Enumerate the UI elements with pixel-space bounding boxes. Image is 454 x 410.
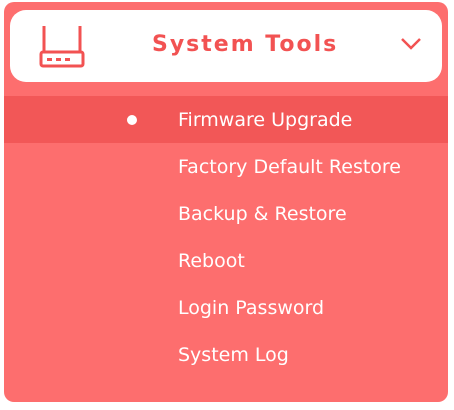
system-tools-header[interactable]: System Tools [10, 10, 442, 82]
menu-item-label: Backup & Restore [178, 202, 347, 225]
menu-item-factory-default-restore[interactable]: Factory Default Restore [4, 143, 448, 190]
menu-item-label: Firmware Upgrade [178, 108, 353, 131]
menu-item-label: System Log [178, 343, 289, 366]
menu-title: System Tools [152, 32, 339, 57]
menu-item-backup-restore[interactable]: Backup & Restore [4, 190, 448, 237]
chevron-down-icon[interactable] [400, 37, 422, 51]
menu-item-label: Factory Default Restore [178, 155, 401, 178]
system-tools-menu: System Tools Firmware Upgrade Factory De… [4, 2, 448, 402]
menu-item-firmware-upgrade[interactable]: Firmware Upgrade [4, 96, 448, 143]
active-bullet-icon [127, 115, 137, 125]
menu-item-system-log[interactable]: System Log [4, 331, 448, 378]
menu-item-reboot[interactable]: Reboot [4, 237, 448, 284]
router-icon [39, 26, 85, 68]
menu-item-label: Login Password [178, 296, 325, 319]
menu-item-label: Reboot [178, 249, 245, 272]
submenu-list: Firmware Upgrade Factory Default Restore… [4, 96, 448, 378]
menu-item-login-password[interactable]: Login Password [4, 284, 448, 331]
